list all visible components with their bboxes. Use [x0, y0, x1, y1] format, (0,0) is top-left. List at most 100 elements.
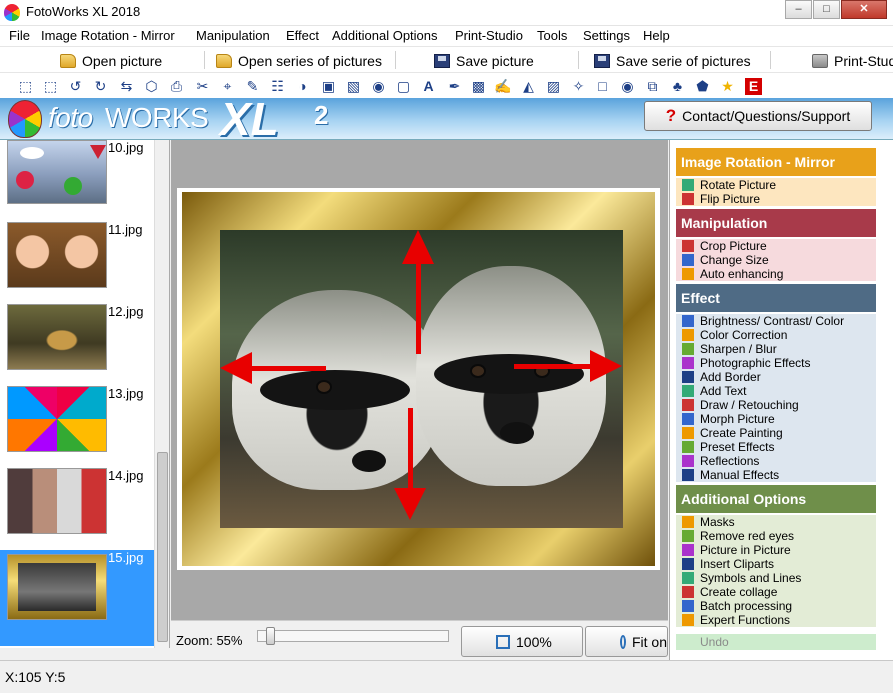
red-eye-icon[interactable]: ◉ — [619, 78, 636, 95]
text-icon[interactable]: A — [420, 78, 437, 95]
open-series-button[interactable]: Open series of pictures — [216, 51, 382, 71]
zoom-slider[interactable] — [257, 627, 449, 645]
draw-icon[interactable]: ✒ — [446, 78, 463, 95]
picture-in-picture-icon[interactable]: ⧉ — [644, 78, 661, 95]
panel-item[interactable]: Insert Cliparts — [676, 557, 876, 571]
panel-item-icon — [682, 586, 694, 598]
collage-icon[interactable]: ★ — [719, 78, 736, 95]
reflection-icon[interactable]: ▨ — [545, 78, 562, 95]
border-icon[interactable]: ▢ — [395, 78, 412, 95]
mask-icon[interactable]: □ — [594, 78, 611, 95]
perspective-icon[interactable]: ⬡ — [143, 78, 160, 95]
thumbnail-item[interactable]: 12.jpg — [0, 304, 154, 386]
expert-icon[interactable]: E — [745, 78, 762, 95]
save-picture-button[interactable]: Save picture — [434, 51, 534, 71]
wand-icon[interactable]: ✧ — [570, 78, 587, 95]
panel-item[interactable]: Picture in Picture — [676, 543, 876, 557]
open-picture-button[interactable]: Open picture — [60, 51, 162, 71]
thumbnail-image — [7, 222, 107, 288]
rotate-cw-icon[interactable]: ↻ — [92, 78, 109, 95]
panel-item[interactable]: Brightness/ Contrast/ Color — [676, 314, 876, 328]
zoom-fit-button[interactable]: Fit on — [585, 626, 668, 657]
arrow-up — [416, 264, 421, 354]
panel-item-icon — [682, 572, 694, 584]
thumbnail-item-selected[interactable]: 15.jpg — [0, 550, 154, 646]
panel-item[interactable]: Add Border — [676, 370, 876, 384]
section-header[interactable]: Image Rotation - Mirror — [676, 148, 876, 176]
zoom-100-button[interactable]: 100% — [461, 626, 583, 657]
panel-item[interactable]: Batch processing — [676, 599, 876, 613]
section-header[interactable]: Additional Options — [676, 485, 876, 513]
thumbnail-item[interactable]: 10.jpg — [0, 140, 154, 222]
morph-icon[interactable]: ▩ — [470, 78, 487, 95]
shapes-icon[interactable]: ⬟ — [694, 78, 711, 95]
scan-icon[interactable]: ⎙ — [168, 78, 185, 95]
scissors-icon[interactable]: ✂ — [194, 78, 211, 95]
menu-print-studio[interactable]: Print-Studio — [455, 28, 523, 43]
menu-bar: File Image Rotation - Mirror Manipulatio… — [0, 26, 893, 46]
thumbnail-item[interactable]: 13.jpg — [0, 386, 154, 468]
panel-item[interactable]: Reflections — [676, 454, 876, 468]
menu-manipulation[interactable]: Manipulation — [196, 28, 270, 43]
menu-additional-options[interactable]: Additional Options — [332, 28, 438, 43]
section-header[interactable]: Manipulation — [676, 209, 876, 237]
photo-effect-icon[interactable]: ▧ — [345, 78, 362, 95]
panel-item[interactable]: Photographic Effects — [676, 356, 876, 370]
panel-item[interactable]: Crop Picture — [676, 239, 876, 253]
landscape-icon[interactable]: ◭ — [520, 78, 537, 95]
panel-item[interactable]: Expert Functions — [676, 613, 876, 627]
panel-item-icon — [682, 385, 694, 397]
camera-icon[interactable]: ◉ — [370, 78, 387, 95]
print-studio-button[interactable]: Print-Studio — [812, 51, 893, 71]
panel-item-icon — [682, 357, 694, 369]
close-button[interactable]: ✕ — [841, 0, 887, 19]
panel-item[interactable]: Draw / Retouching — [676, 398, 876, 412]
paint-icon[interactable]: ✍ — [494, 78, 511, 95]
rotate-left-icon[interactable]: ⬚ — [17, 78, 34, 95]
menu-image-rotation[interactable]: Image Rotation - Mirror — [41, 28, 175, 43]
contact-support-button[interactable]: ? Contact/Questions/Support — [644, 101, 872, 131]
panel-item[interactable]: Symbols and Lines — [676, 571, 876, 585]
panel-item[interactable]: Color Correction — [676, 328, 876, 342]
menu-help[interactable]: Help — [643, 28, 670, 43]
gold-frame — [182, 192, 655, 566]
thumbnail-scrollbar[interactable] — [154, 140, 169, 648]
panel-item-label: Batch processing — [700, 599, 793, 613]
panel-item[interactable]: Create collage — [676, 585, 876, 599]
balloon-logo-icon — [8, 100, 42, 138]
clipart-icon[interactable]: ♣ — [669, 78, 686, 95]
panel-item[interactable]: Auto enhancing — [676, 267, 876, 281]
panel-item[interactable]: Manual Effects — [676, 468, 876, 482]
thumbnail-item[interactable]: 14.jpg — [0, 468, 154, 550]
thumbnail-image — [7, 140, 107, 204]
section-header[interactable]: Effect — [676, 284, 876, 312]
contrast-icon[interactable]: ◑ — [294, 78, 311, 95]
save-series-button[interactable]: Save serie of pictures — [594, 51, 751, 71]
panel-item[interactable]: Masks — [676, 515, 876, 529]
minimize-button[interactable]: – — [785, 0, 812, 19]
panel-item[interactable]: Create Painting — [676, 426, 876, 440]
panel-item[interactable]: Morph Picture — [676, 412, 876, 426]
panel-item[interactable]: Rotate Picture — [676, 178, 876, 192]
flip-icon[interactable]: ⇆ — [118, 78, 135, 95]
menu-tools[interactable]: Tools — [537, 28, 567, 43]
menu-settings[interactable]: Settings — [583, 28, 630, 43]
panel-item[interactable]: Change Size — [676, 253, 876, 267]
rotate-ccw-icon[interactable]: ↺ — [67, 78, 84, 95]
image-canvas[interactable] — [171, 140, 668, 620]
panel-item[interactable]: Flip Picture — [676, 192, 876, 206]
sharpen-icon[interactable]: ▣ — [320, 78, 337, 95]
panel-item[interactable]: Preset Effects — [676, 440, 876, 454]
scrollbar-thumb[interactable] — [157, 452, 168, 642]
menu-effect[interactable]: Effect — [286, 28, 319, 43]
undo-button[interactable]: Undo — [676, 634, 876, 650]
maximize-button[interactable]: □ — [813, 0, 840, 19]
panel-item[interactable]: Sharpen / Blur — [676, 342, 876, 356]
zoom-slider-knob[interactable] — [266, 627, 275, 645]
rotate-right-icon[interactable]: ⬚ — [42, 78, 59, 95]
panel-item[interactable]: Remove red eyes — [676, 529, 876, 543]
menu-file[interactable]: File — [9, 28, 30, 43]
arrow-down — [408, 408, 413, 490]
panel-item[interactable]: Add Text — [676, 384, 876, 398]
thumbnail-item[interactable]: 11.jpg — [0, 222, 154, 304]
